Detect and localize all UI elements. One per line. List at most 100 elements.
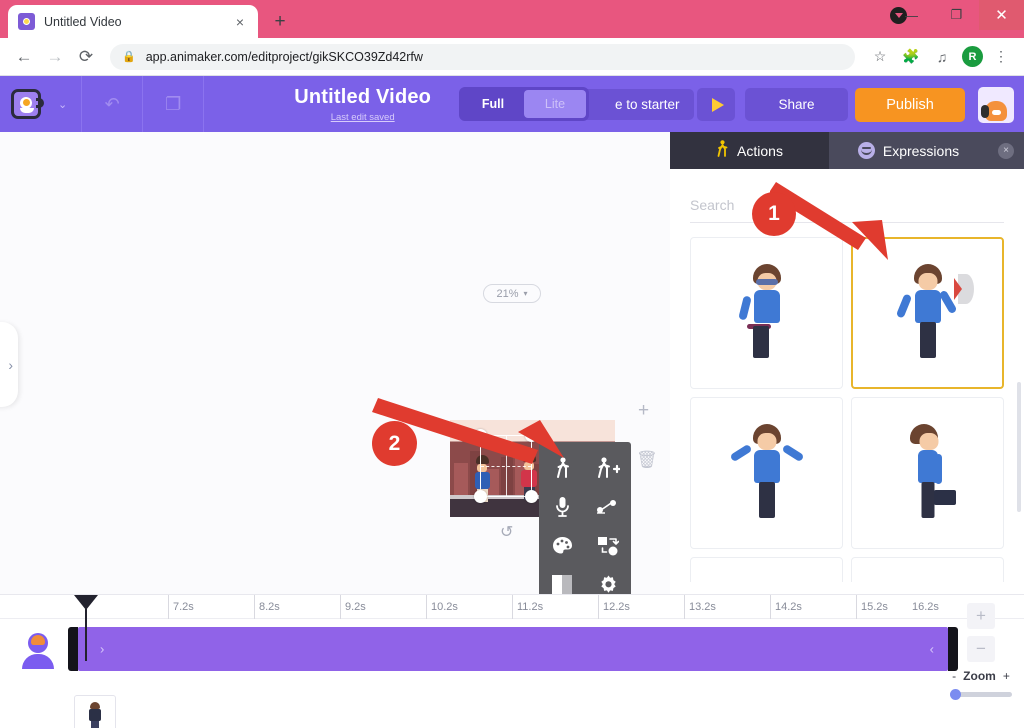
panel-scrollbar[interactable] <box>1017 382 1021 512</box>
kebab-menu-icon[interactable]: ⋮ <box>988 44 1014 70</box>
toggle-full[interactable]: Full <box>462 90 524 118</box>
walking-person-icon <box>716 140 729 161</box>
character-grid <box>690 237 1004 582</box>
sound-wave-icon[interactable] <box>585 487 631 526</box>
browser-titlebar: Untitled Video × + — ❐ ✕ <box>0 0 1024 38</box>
animaker-logo[interactable] <box>0 89 52 119</box>
preview-play-button[interactable] <box>697 88 735 121</box>
delete-object-icon[interactable]: 🗑 <box>636 450 658 470</box>
new-tab-button[interactable]: + <box>266 7 294 35</box>
character-tile-partial-left[interactable] <box>690 557 843 582</box>
user-avatar[interactable] <box>978 87 1014 123</box>
ruler-tick: 10.2s <box>426 595 458 619</box>
zoom-plus-sign: + <box>1002 669 1010 683</box>
toggle-lite[interactable]: Lite <box>524 90 586 118</box>
add-scene-button[interactable]: + <box>638 400 649 422</box>
zoom-slider-handle[interactable] <box>950 689 961 700</box>
lock-icon: 🔒 <box>122 51 136 63</box>
monster-logo-icon <box>11 89 44 119</box>
smiley-icon <box>857 142 875 159</box>
chevron-left-icon[interactable]: ‹ <box>930 642 934 657</box>
zoom-in-button[interactable]: + <box>967 603 995 629</box>
timeline: 7.2s 8.2s 9.2s 10.2s 11.2s 12.2s 13.2s 1… <box>0 594 1024 728</box>
project-title-block[interactable]: Untitled Video Last edit saved <box>294 86 431 123</box>
ruler-tick: 14.2s <box>770 595 802 619</box>
browser-tab[interactable]: Untitled Video × <box>8 5 258 38</box>
canvas-zoom-value: 21% <box>496 287 519 300</box>
reload-icon[interactable]: ⟳ <box>72 43 100 71</box>
canvas-zoom-selector[interactable]: 21% ▾ <box>483 284 541 303</box>
walk-add-icon[interactable] <box>585 448 631 487</box>
ruler-tick: 11.2s <box>512 595 543 619</box>
ruler-tick: 12.2s <box>598 595 630 619</box>
share-button[interactable]: Share <box>745 88 848 121</box>
window-close-button[interactable]: ✕ <box>979 0 1024 30</box>
url-text: app.animaker.com/editproject/gikSKCO39Zd… <box>145 49 423 64</box>
annotation-badge-2: 2 <box>372 421 417 466</box>
ruler-tick: 13.2s <box>684 595 716 619</box>
character-track-icon[interactable] <box>20 633 56 669</box>
gear-icon[interactable] <box>585 565 631 594</box>
tab-title: Untitled Video <box>44 14 122 29</box>
character-illustration <box>729 424 804 522</box>
zoom-label: Zoom <box>963 669 996 683</box>
ruler-tick: 7.2s <box>168 595 194 619</box>
page-title: Untitled Video <box>294 85 432 108</box>
character-tile-partial-right[interactable] <box>851 557 1004 582</box>
browser-toolbar: ← → ⟳ 🔒 app.animaker.com/editproject/gik… <box>0 38 1024 76</box>
address-bar[interactable]: 🔒 app.animaker.com/editproject/gikSKCO39… <box>110 43 855 70</box>
full-lite-toggle[interactable]: Full Lite <box>459 87 589 121</box>
back-icon[interactable]: ← <box>10 43 38 71</box>
swap-icon[interactable] <box>585 526 631 565</box>
zoom-minus-sign: - <box>952 669 957 683</box>
zoom-slider[interactable] <box>950 689 1012 700</box>
expand-left-panel-button[interactable]: › <box>0 322 18 407</box>
character-tile-briefcase[interactable] <box>851 397 1004 549</box>
bookmark-star-icon[interactable]: ☆ <box>867 44 893 70</box>
canvas-area[interactable]: › 21% ▾ + ↺ 🗑 <box>0 132 670 594</box>
tab-close-icon[interactable]: × <box>232 14 248 30</box>
chevron-right-icon[interactable]: › <box>100 642 104 657</box>
animaker-favicon-icon <box>18 13 35 30</box>
scene-thumbnail-card[interactable] <box>74 695 116 728</box>
media-list-icon[interactable]: ♫ <box>929 44 955 70</box>
microphone-icon[interactable] <box>539 487 585 526</box>
forward-icon[interactable]: → <box>41 43 69 71</box>
duplicate-icon[interactable]: ❐ <box>143 76 203 132</box>
annotation-badge-1: 1 <box>752 192 796 236</box>
undo-icon[interactable]: ↶ <box>82 76 142 132</box>
ruler-tick: 9.2s <box>340 595 366 619</box>
tab-actions[interactable]: Actions <box>670 132 829 169</box>
timeline-ruler[interactable]: 7.2s 8.2s 9.2s 10.2s 11.2s 12.2s 13.2s 1… <box>0 595 1024 619</box>
publish-button[interactable]: Publish <box>855 88 965 122</box>
tab-expressions[interactable]: Expressions <box>829 132 988 169</box>
character-illustration <box>896 424 960 522</box>
profile-avatar[interactable]: R <box>962 46 983 67</box>
zoom-label-row: - Zoom + <box>950 669 1012 683</box>
rotate-handle-icon[interactable]: ↺ <box>500 522 513 542</box>
resize-handle-bottom-left[interactable] <box>474 490 487 503</box>
character-illustration <box>895 264 974 362</box>
ruler-tick: 16.2s <box>912 601 939 613</box>
opacity-icon[interactable] <box>539 565 585 594</box>
window-controls: — ❐ ✕ <box>889 0 1024 30</box>
zoom-out-button[interactable]: − <box>967 636 995 662</box>
timeline-clip[interactable]: › ‹ <box>68 627 958 671</box>
chevron-down-icon[interactable]: ⌄ <box>58 98 67 111</box>
close-icon: × <box>998 142 1014 159</box>
character-illustration <box>735 264 799 362</box>
chevron-right-icon: › <box>8 356 13 373</box>
extensions-icon[interactable]: 🧩 <box>898 44 924 70</box>
playhead[interactable] <box>74 595 98 661</box>
divider <box>203 76 205 132</box>
character-tile-hands-on-head[interactable] <box>690 397 843 549</box>
resize-handle-bottom-right[interactable] <box>525 490 538 503</box>
palette-icon[interactable] <box>539 526 585 565</box>
chevron-down-icon: ▾ <box>523 289 528 298</box>
clip-trim-left[interactable] <box>68 627 78 671</box>
window-minimize-button[interactable]: — <box>889 0 934 30</box>
tab-actions-label: Actions <box>737 142 783 159</box>
window-maximize-button[interactable]: ❐ <box>934 0 979 30</box>
last-saved-label: Last edit saved <box>330 111 395 123</box>
close-panel-button[interactable]: × <box>988 132 1024 169</box>
